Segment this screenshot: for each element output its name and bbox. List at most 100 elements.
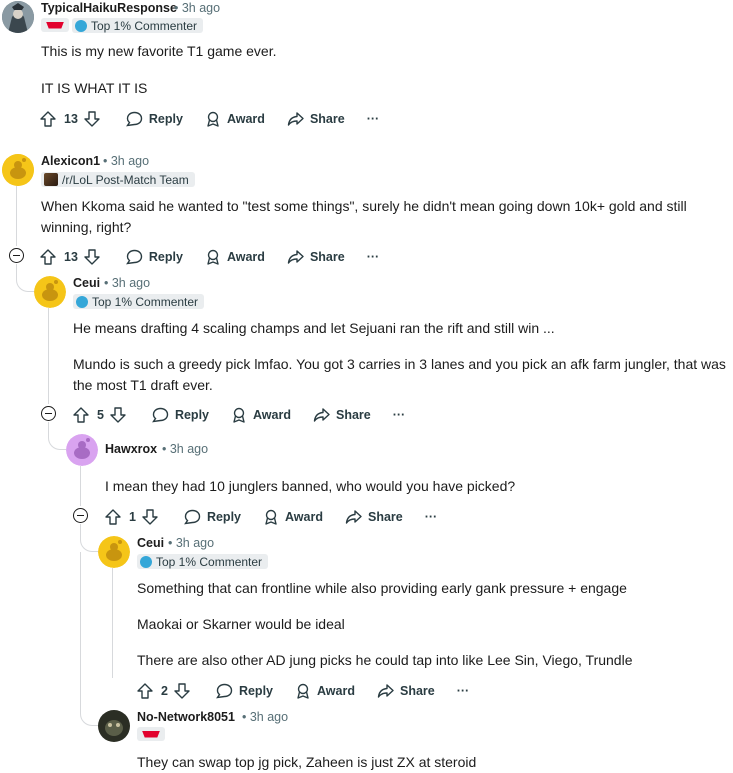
more-options-button[interactable]: ···: [367, 112, 380, 126]
reply-label: Reply: [148, 112, 183, 126]
share-button[interactable]: Share: [287, 249, 345, 265]
comment-body-line: winning, right?: [41, 219, 132, 235]
avatar[interactable]: [2, 1, 34, 33]
upvote-icon[interactable]: [40, 111, 56, 127]
avatar[interactable]: [34, 276, 66, 308]
thread-line: [80, 552, 81, 698]
reply-icon: [125, 249, 143, 265]
vote-count: 2: [161, 684, 168, 698]
more-options-button[interactable]: ···: [367, 250, 380, 264]
award-label: Award: [253, 408, 291, 422]
thread-line: [112, 568, 113, 678]
comment-timestamp: • 3h ago: [168, 536, 215, 550]
vote-group: 13: [40, 111, 100, 127]
share-label: Share: [309, 112, 345, 126]
upvote-icon[interactable]: [73, 407, 89, 423]
comment-body-line: There are also other AD jung picks he co…: [137, 652, 633, 668]
comment-author[interactable]: Hawxrox: [105, 442, 157, 456]
share-icon: [313, 408, 330, 422]
vote-group: 5: [73, 407, 126, 423]
vote-count: 13: [64, 250, 78, 264]
award-button[interactable]: Award: [295, 683, 355, 699]
comment-author[interactable]: No-Network8051: [137, 710, 235, 724]
thread-connector: [80, 524, 98, 552]
user-flair: Top 1% Commenter: [72, 18, 204, 33]
avatar[interactable]: [2, 154, 34, 186]
upvote-icon[interactable]: [105, 509, 121, 525]
commenter-badge-icon: [140, 555, 152, 568]
more-icon: ···: [392, 408, 406, 422]
downvote-icon[interactable]: [174, 683, 190, 699]
commenter-badge-icon: [76, 295, 88, 308]
comment-author[interactable]: Ceui: [73, 276, 100, 290]
collapse-icon[interactable]: [41, 406, 56, 421]
share-label: Share: [309, 250, 345, 264]
vote-count: 1: [129, 510, 136, 524]
more-icon: ···: [366, 250, 380, 264]
collapse-icon[interactable]: [9, 248, 24, 263]
vote-group: 2: [137, 683, 190, 699]
flair-text: Top 1% Commenter: [92, 294, 199, 309]
comment-body-line: Something that can frontline while also …: [137, 580, 627, 596]
downvote-icon[interactable]: [110, 407, 126, 423]
reply-button[interactable]: Reply: [216, 683, 273, 699]
more-options-button[interactable]: ···: [457, 684, 470, 698]
avatar[interactable]: [98, 710, 130, 742]
reply-button[interactable]: Reply: [125, 249, 183, 265]
award-label: Award: [317, 684, 355, 698]
thread-connector: [48, 422, 66, 450]
reply-button[interactable]: Reply: [125, 111, 183, 127]
award-label: Award: [285, 510, 323, 524]
share-button[interactable]: Share: [287, 111, 345, 127]
award-icon: [265, 509, 277, 525]
comment-author[interactable]: Ceui: [137, 536, 164, 550]
comment-body-line: When Kkoma said he wanted to "test some …: [41, 198, 687, 214]
vote-count: 13: [64, 112, 78, 126]
comment-author[interactable]: Alexicon1: [41, 154, 100, 168]
reply-label: Reply: [148, 250, 183, 264]
more-options-button[interactable]: ···: [425, 510, 438, 524]
share-icon: [377, 684, 394, 698]
t1-flair-badge: [41, 18, 69, 32]
award-label: Award: [226, 250, 265, 264]
avatar[interactable]: [98, 536, 130, 568]
reply-label: Reply: [238, 684, 273, 698]
flair-text: /r/LoL Post-Match Team: [62, 172, 189, 187]
award-button[interactable]: Award: [205, 249, 265, 265]
share-button[interactable]: Share: [377, 683, 435, 699]
avatar[interactable]: [66, 434, 98, 466]
comment-body-line: IT IS WHAT IT IS: [41, 80, 148, 96]
reply-button[interactable]: Reply: [152, 407, 209, 423]
downvote-icon[interactable]: [142, 509, 158, 525]
award-button[interactable]: Award: [205, 111, 265, 127]
comment-actions: 1 Reply Award Share ···: [105, 505, 459, 529]
downvote-icon[interactable]: [84, 249, 100, 265]
thread-line: [16, 186, 17, 246]
downvote-icon[interactable]: [84, 111, 100, 127]
award-label: Award: [226, 112, 265, 126]
share-label: Share: [399, 684, 435, 698]
comment-body-line: Mundo is such a greedy pick lmfao. You g…: [73, 356, 726, 372]
flair-text: Top 1% Commenter: [156, 554, 263, 569]
reply-icon: [125, 111, 143, 127]
award-button[interactable]: Award: [231, 407, 291, 423]
share-icon: [345, 510, 362, 524]
comment-timestamp: • 3h ago: [103, 154, 150, 168]
share-label: Share: [335, 408, 371, 422]
reply-button[interactable]: Reply: [184, 509, 241, 525]
comment-body-line: They can swap top jg pick, Zaheen is jus…: [137, 754, 477, 770]
more-options-button[interactable]: ···: [393, 408, 406, 422]
comment-body-line: I mean they had 10 junglers banned, who …: [105, 478, 516, 494]
user-flair: Top 1% Commenter: [73, 294, 205, 309]
vote-count: 5: [97, 408, 104, 422]
share-button[interactable]: Share: [313, 407, 371, 423]
share-button[interactable]: Share: [345, 509, 403, 525]
award-button[interactable]: Award: [263, 509, 323, 525]
comment-body-line: the most T1 draft ever.: [73, 377, 213, 393]
comment-author[interactable]: TypicalHaikuResponse: [41, 1, 177, 15]
upvote-icon[interactable]: [137, 683, 153, 699]
award-icon: [233, 407, 245, 423]
collapse-icon[interactable]: [73, 508, 88, 523]
upvote-icon[interactable]: [40, 249, 56, 265]
user-flair: /r/LoL Post-Match Team: [41, 172, 195, 187]
